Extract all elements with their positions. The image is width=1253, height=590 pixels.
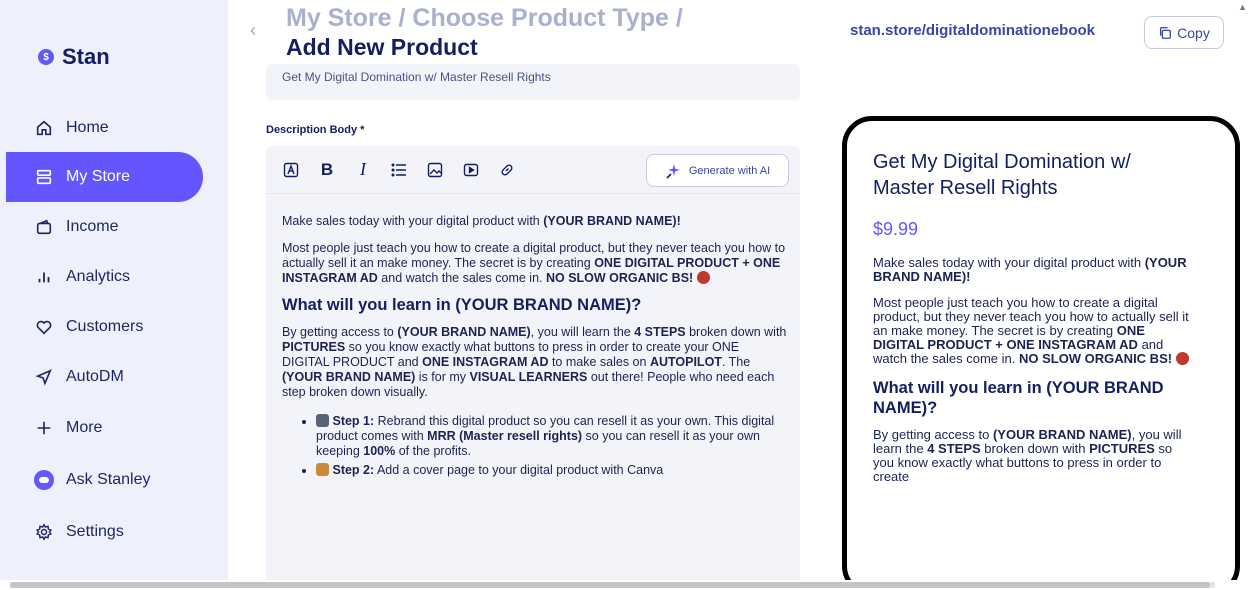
preview-paragraph: Make sales today with your digital produ… [873,255,1187,284]
home-icon [34,118,54,138]
app-window: $ Stan Home My Store Income Analytics Cu… [0,0,1253,590]
sidebar-item-label: Analytics [66,268,131,285]
sidebar-item-label: Ask Stanley [66,471,151,488]
text-style-icon[interactable] [280,159,302,181]
editor-content[interactable]: Make sales today with your digital produ… [282,214,787,482]
preview-price: $9.99 [873,219,919,239]
sidebar: $ Stan Home My Store Income Analytics Cu… [0,0,228,580]
sidebar-item-ask-stanley[interactable]: Ask Stanley [6,455,203,505]
preview-heading: What will you learn in (YOUR BRAND NAME)… [873,379,1164,417]
scroll-up-arrow-icon[interactable]: ▲ [1238,2,1247,12]
editor-paragraph: Most people just teach you how to create… [282,241,786,285]
editor-paragraph: Make sales today with your digital produ… [282,214,681,228]
stanley-icon [34,470,54,490]
sidebar-item-label: Home [66,119,109,136]
link-icon[interactable] [496,159,518,181]
copy-button[interactable]: Copy [1144,16,1224,49]
brand-logo[interactable]: $ Stan [38,44,110,70]
sidebar-item-analytics[interactable]: Analytics [6,252,203,302]
sidebar-item-home[interactable]: Home [6,103,203,153]
sidebar-item-customers[interactable]: Customers [6,302,203,352]
steps-list: Step 1: Rebrand this digital product so … [282,414,787,478]
sidebar-item-autodm[interactable]: AutoDM [6,352,203,402]
preview-content: Get My Digital Domination w/ Master Rese… [873,149,1193,496]
main-content: ‹ My Store / Choose Product Type / Add N… [228,0,1253,590]
page-title: Add New Product [286,34,478,60]
editor-heading: What will you learn in (YOUR BRAND NAME)… [282,296,642,314]
horizontal-scrollbar[interactable] [0,580,1253,590]
frame-emoji-icon [316,463,329,476]
store-icon [34,167,54,187]
description-label: Description Body * [266,124,365,136]
generate-with-ai-label: Generate with AI [688,164,771,177]
back-arrow-icon[interactable]: ‹ [250,20,256,41]
angry-face-emoji-icon [696,271,710,284]
sidebar-item-income[interactable]: Income [6,202,203,252]
gear-icon [34,522,54,542]
sidebar-item-label: My Store [66,168,131,185]
italic-button[interactable]: I [352,159,374,181]
sidebar-item-label: Income [66,218,119,235]
scrollbar-thumb[interactable] [10,582,1210,588]
editor-toolbar: B I Generate with AI [266,146,800,194]
description-editor[interactable]: B I Generate with AI Make sales today wi… [266,146,800,586]
phone-preview: Get My Digital Domination w/ Master Rese… [842,116,1240,590]
angry-face-emoji-icon [1175,352,1189,365]
copy-label: Copy [1177,24,1210,41]
video-icon[interactable] [460,159,482,181]
heart-icon [34,317,54,337]
sidebar-item-my-store[interactable]: My Store [6,152,203,202]
list-item: Step 1: Rebrand this digital product so … [316,414,787,459]
sparkle-icon [666,163,680,179]
brand-name: Stan [62,44,110,69]
store-url-link[interactable]: stan.store/digitaldominationebook [850,22,1095,39]
copy-icon [1160,26,1172,39]
generate-with-ai-button[interactable]: Generate with AI [646,154,789,187]
preview-title: Get My Digital Domination w/ Master Rese… [873,151,1131,199]
robot-emoji-icon [316,414,329,427]
sidebar-item-label: More [66,419,103,436]
preview-description: Make sales today with your digital produ… [873,256,1193,484]
bold-button[interactable]: B [316,159,338,181]
sidebar-item-label: Settings [66,523,124,540]
preview-paragraph: By getting access to (YOUR BRAND NAME), … [873,427,1182,484]
sidebar-item-more[interactable]: More [6,403,203,453]
product-title-input[interactable]: Get My Digital Domination w/ Master Rese… [266,64,800,100]
sidebar-item-settings[interactable]: Settings [6,507,203,557]
list-icon[interactable] [388,159,410,181]
editor-paragraph: By getting access to (YOUR BRAND NAME), … [282,325,787,399]
plus-icon [34,418,54,438]
analytics-icon [34,267,54,287]
wallet-icon [34,217,54,237]
list-item: Step 2: Add a cover page to your digital… [316,463,787,478]
image-icon[interactable] [424,159,446,181]
breadcrumb[interactable]: My Store / Choose Product Type / [286,6,683,31]
preview-paragraph: Most people just teach you how to create… [873,295,1189,366]
stan-logo-icon: $ [38,49,54,65]
sidebar-item-label: Customers [66,318,144,335]
sidebar-item-label: AutoDM [66,368,124,385]
send-icon [34,367,54,387]
